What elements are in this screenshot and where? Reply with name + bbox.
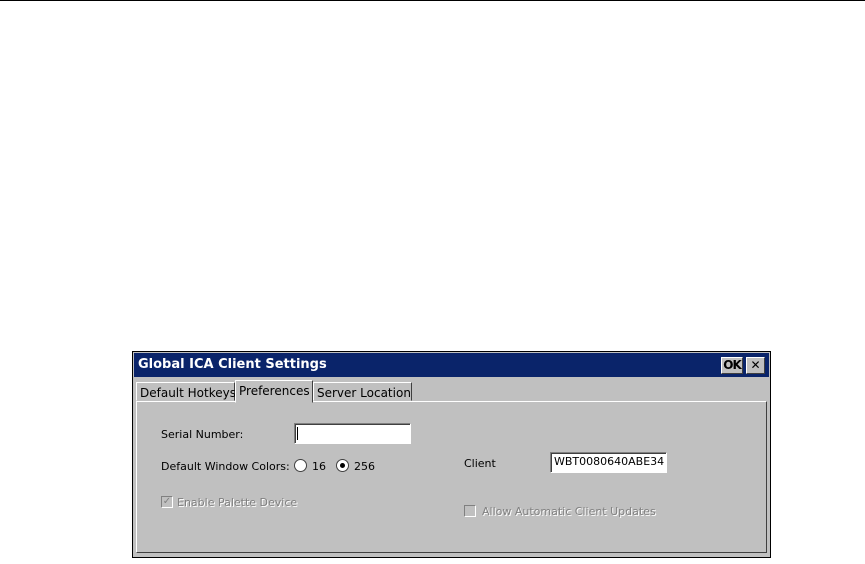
radio-256-label[interactable]: 256 [354,460,375,473]
tab-server-location[interactable]: Server Location [313,382,412,401]
tab-default-hotkeys[interactable]: Default Hotkeys [136,382,236,401]
palette-checkbox[interactable]: ✓ [161,496,173,508]
text-caret [297,427,298,440]
radio-16-colors[interactable] [294,459,307,472]
checkmark-icon: ✓ [162,496,172,507]
close-icon: ✕ [750,358,761,372]
radio-selected-dot [340,463,345,468]
serial-number-label: Serial Number: [161,428,244,441]
settings-window: Global ICA Client Settings OK ✕ Default … [132,351,771,558]
preferences-panel: Serial Number: Default Window Colors: 16… [136,401,767,553]
radio-256-colors[interactable] [336,459,349,472]
page-top-rule [0,0,865,1]
auto-update-label: Allow Automatic Client Updates [482,505,656,518]
client-label: Client [464,457,496,470]
window-title: Global ICA Client Settings [138,357,327,372]
title-bar: Global ICA Client Settings OK ✕ [134,353,769,377]
tab-preferences[interactable]: Preferences [235,380,313,403]
serial-number-input[interactable] [294,423,411,444]
close-button[interactable]: ✕ [746,357,765,374]
client-name-input[interactable]: WBT0080640ABE34 [550,452,667,473]
auto-update-checkbox[interactable] [464,505,476,517]
window-colors-label: Default Window Colors: [161,460,290,473]
palette-label: Enable Palette Device [177,496,298,509]
radio-16-label[interactable]: 16 [312,460,326,473]
ok-button[interactable]: OK [721,357,743,374]
